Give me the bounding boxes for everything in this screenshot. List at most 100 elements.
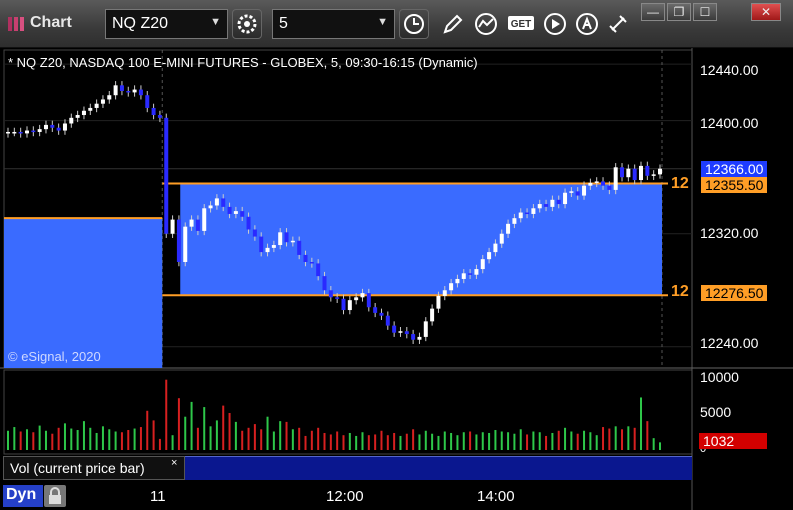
candle bbox=[436, 295, 441, 309]
price-tick-label: 12240.00 bbox=[700, 335, 759, 351]
clock-button[interactable] bbox=[399, 9, 429, 39]
volume-bar bbox=[215, 420, 218, 450]
volume-tick-label: 5000 bbox=[700, 404, 731, 420]
play-icon[interactable] bbox=[543, 12, 567, 36]
volume-bar bbox=[551, 432, 554, 450]
candle bbox=[493, 243, 498, 253]
candle bbox=[303, 254, 308, 262]
candle bbox=[366, 293, 371, 308]
chart-header: * NQ Z20, NASDAQ 100 E-MINI FUTURES - GL… bbox=[8, 55, 478, 70]
volume-bar bbox=[279, 421, 282, 450]
volume-bar bbox=[38, 425, 41, 450]
volume-bar bbox=[576, 433, 579, 450]
candle bbox=[531, 208, 536, 214]
chevron-down-icon[interactable]: ▼ bbox=[377, 16, 388, 28]
volume-bar bbox=[57, 427, 60, 450]
candle bbox=[265, 247, 270, 253]
volume-bar bbox=[443, 431, 446, 450]
study-icon[interactable] bbox=[474, 12, 498, 36]
candle bbox=[138, 89, 143, 96]
candle bbox=[164, 117, 169, 234]
candle bbox=[430, 308, 435, 322]
volume-legend-label: Vol (current price bar) bbox=[10, 460, 145, 476]
candle bbox=[252, 229, 257, 237]
volume-bar bbox=[44, 430, 47, 450]
candle bbox=[601, 181, 606, 186]
candle bbox=[512, 218, 517, 224]
candle bbox=[31, 130, 36, 133]
pencil-icon[interactable] bbox=[441, 12, 465, 36]
volume-bar bbox=[602, 427, 605, 450]
link-icon[interactable] bbox=[606, 12, 630, 36]
candle bbox=[100, 99, 105, 104]
volume-bar bbox=[393, 432, 396, 450]
volume-bar bbox=[120, 432, 123, 450]
dynamic-mode-badge[interactable]: Dyn bbox=[3, 485, 43, 507]
volume-bar bbox=[500, 431, 503, 450]
candle bbox=[373, 307, 378, 313]
volume-bar bbox=[133, 428, 136, 450]
minimize-button[interactable]: — bbox=[641, 3, 665, 21]
lock-icon[interactable] bbox=[44, 485, 66, 507]
candle bbox=[354, 297, 359, 301]
candle bbox=[271, 245, 276, 248]
candle bbox=[126, 90, 131, 93]
volume-bar bbox=[13, 427, 16, 450]
volume-bar bbox=[614, 426, 617, 450]
volume-legend[interactable]: Vol (current price bar) bbox=[3, 456, 185, 480]
candle bbox=[195, 219, 200, 231]
volume-bar bbox=[336, 431, 339, 450]
clock-icon bbox=[404, 14, 424, 34]
candle bbox=[214, 198, 219, 206]
volume-bar bbox=[158, 438, 161, 450]
svg-text:GET: GET bbox=[511, 19, 532, 30]
candle bbox=[24, 130, 29, 134]
alert-icon[interactable] bbox=[575, 12, 599, 36]
volume-bar bbox=[652, 438, 655, 450]
volume-bar bbox=[304, 435, 307, 450]
volume-bar bbox=[184, 416, 187, 450]
volume-bar bbox=[152, 420, 155, 450]
candle bbox=[582, 185, 587, 196]
interval-select[interactable]: 5 ▼ bbox=[272, 9, 395, 39]
candle bbox=[132, 89, 137, 93]
candle bbox=[240, 211, 245, 217]
candle bbox=[626, 168, 631, 178]
opening-range-fill bbox=[180, 183, 662, 296]
range-low-tag: 12276.50 bbox=[701, 285, 767, 301]
volume-bar bbox=[108, 429, 111, 450]
axis-labels: 12440.00 12400.00 12320.00 12240.00 1000… bbox=[700, 62, 759, 455]
price-tick-label: 12440.00 bbox=[700, 62, 759, 78]
volume-bar bbox=[659, 442, 661, 450]
settings-button[interactable] bbox=[232, 9, 262, 39]
candle bbox=[347, 300, 352, 311]
chevron-down-icon[interactable]: ▼ bbox=[210, 16, 221, 28]
get-icon[interactable]: GET bbox=[507, 12, 535, 36]
candle bbox=[227, 206, 232, 214]
volume-bar bbox=[621, 429, 624, 450]
volume-bar bbox=[627, 426, 630, 450]
chart-app-icon bbox=[8, 17, 24, 31]
close-icon[interactable]: × bbox=[171, 457, 177, 469]
symbol-select[interactable]: NQ Z20 ▼ bbox=[105, 9, 228, 39]
candle bbox=[550, 199, 555, 207]
candle bbox=[613, 167, 618, 190]
restore-button[interactable]: ❐ bbox=[667, 3, 691, 21]
price-tick-label: 12320.00 bbox=[700, 225, 759, 241]
maximize-button[interactable]: ☐ bbox=[693, 3, 717, 21]
chart-area[interactable]: 12440.00 12400.00 12320.00 12240.00 1000… bbox=[0, 48, 793, 510]
chart-canvas[interactable]: 12440.00 12400.00 12320.00 12240.00 1000… bbox=[0, 48, 793, 510]
volume-bar bbox=[291, 429, 294, 450]
close-button[interactable]: ✕ bbox=[751, 3, 781, 21]
volume-bar bbox=[114, 431, 117, 450]
candle bbox=[157, 115, 162, 118]
volume-bar bbox=[76, 430, 79, 450]
candle bbox=[645, 165, 650, 176]
candle bbox=[449, 283, 454, 291]
current-volume-tag: 1032 bbox=[699, 433, 767, 449]
candle bbox=[37, 129, 42, 132]
volume-bar bbox=[545, 435, 548, 450]
candle bbox=[202, 208, 207, 231]
candle bbox=[119, 85, 124, 91]
volume-bar bbox=[51, 433, 54, 450]
